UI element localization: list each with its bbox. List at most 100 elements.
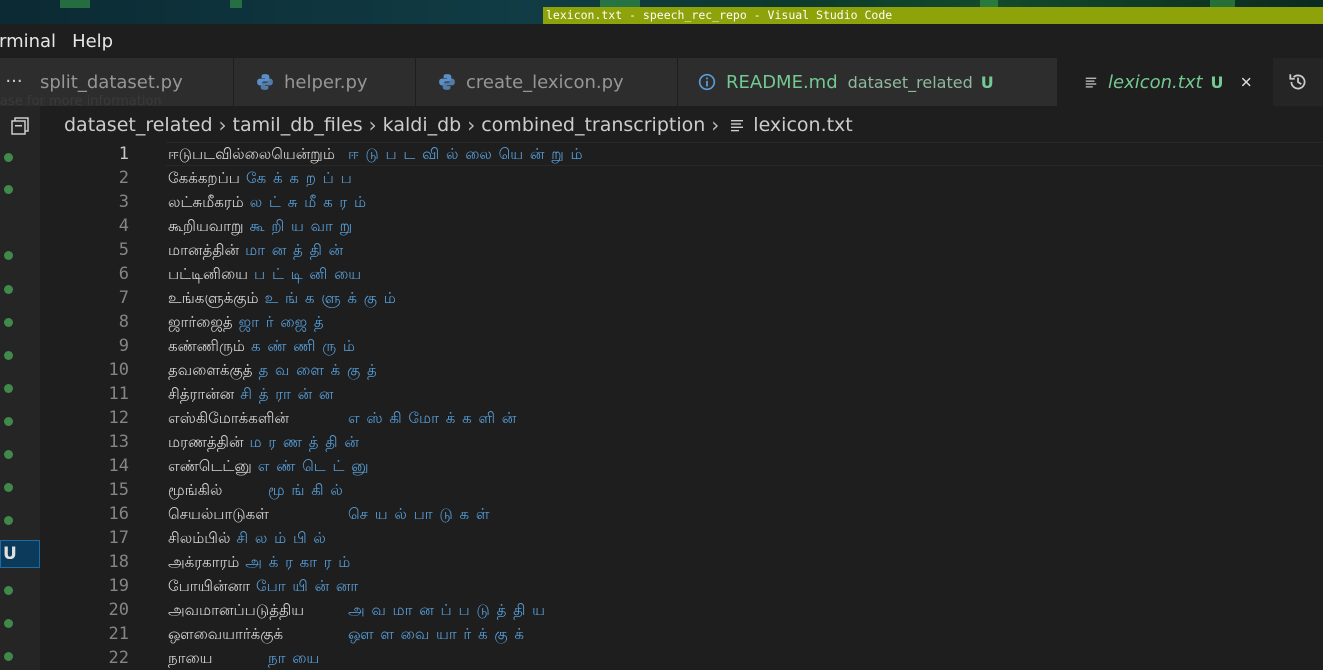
line-number: 21 <box>108 624 129 644</box>
editor-line[interactable]: 13 மரணத்தின் ம ர ண த் தி ன் <box>40 430 1323 454</box>
close-icon[interactable] <box>1240 74 1252 90</box>
editor-line[interactable]: 19 போயின்னா போ யி ன் னா <box>40 574 1323 598</box>
editor-line[interactable]: 10 தவளைக்குத் த வ ளை க் கு த் <box>40 358 1323 382</box>
breadcrumb-item[interactable]: combined_transcription <box>481 114 705 136</box>
tab-helper[interactable]: helper.py <box>234 58 416 106</box>
lexicon-phones: அ க் ர கா ர ம் <box>245 553 352 571</box>
tab-create-lexicon[interactable]: create_lexicon.py <box>416 58 678 106</box>
lexicon-word: மூங்கில் <box>168 481 223 499</box>
line-number: 8 <box>118 312 129 332</box>
split-editor-icon[interactable] <box>10 116 30 136</box>
lexicon-phones: எ ண் டெ ட் னு <box>257 457 370 475</box>
lexicon-word: செயல்பாடுகள் <box>168 505 269 523</box>
history-icon <box>1289 74 1306 90</box>
editor-line[interactable]: 15 மூங்கில் மூ ங் கி ல் <box>40 478 1323 502</box>
editor-line[interactable]: 22 நாயை நா யை <box>40 646 1323 670</box>
line-number: 17 <box>108 528 129 548</box>
lexicon-word: தவளைக்குத் <box>168 361 253 379</box>
line-number: 13 <box>108 432 129 452</box>
editor-line[interactable]: 12 எஸ்கிமோக்களின் எ ஸ் கி மோ க் க ளி ன் <box>40 406 1323 430</box>
breadcrumb: dataset_related › tamil_db_files › kaldi… <box>40 108 1323 142</box>
lexicon-phones: ஈ டு ப ட வி ல் லை யெ ன் று ம் <box>348 145 584 163</box>
lexicon-word: மானத்தின் <box>168 241 240 259</box>
lexicon-phones: ஜா ர் ஜை த் <box>238 313 325 331</box>
editor-line[interactable]: 5 மானத்தின் மா ன த் தி ன் <box>40 238 1323 262</box>
python-icon <box>257 74 273 90</box>
tab-lexicon[interactable]: lexicon.txt U <box>1058 58 1273 106</box>
editor-line[interactable]: 9 கண்ணிரும் க ண் ணி ரு ம் <box>40 334 1323 358</box>
menu-terminal[interactable]: rminal <box>0 31 64 52</box>
line-number: 18 <box>108 552 129 572</box>
lexicon-phones: நா யை <box>268 649 321 667</box>
lexicon-phones: ல ட் சு மீ க ர ம் <box>249 193 368 211</box>
lines-icon <box>731 120 744 132</box>
menu-help[interactable]: Help <box>64 31 121 52</box>
lexicon-phones: அ வ மா ன ப் ப டு த் தி ய <box>348 601 547 619</box>
current-line-highlight <box>166 142 1323 166</box>
editor-line[interactable]: 11 சித்ரான்ன சி த் ரா ன் ன <box>40 382 1323 406</box>
editor-line[interactable]: 14 எண்டெட்னு எ ண் டெ ட் னு <box>40 454 1323 478</box>
breadcrumb-item[interactable]: lexicon.txt <box>753 114 852 136</box>
lexicon-word: கண்ணிரும் <box>168 337 245 355</box>
lexicon-phones: சி த் ரா ன் ன <box>240 385 335 403</box>
lexicon-word: கேக்கறப்ப <box>168 169 240 187</box>
tab-label: split_dataset.py <box>40 71 183 93</box>
editor-line[interactable]: 7 உங்களுக்கும் உ ங் க ளு க் கு ம் <box>40 286 1323 310</box>
more-actions-icon[interactable]: ··· <box>0 58 28 106</box>
lexicon-phones: மூ ங் கி ல் <box>268 481 344 499</box>
editor-content[interactable]: 1 ஈடுபடவில்லையென்றும் ஈ டு ப ட வி ல் லை யெ… <box>40 142 1323 670</box>
line-number: 6 <box>118 264 129 284</box>
line-number: 14 <box>108 456 129 476</box>
status-dot <box>4 586 13 595</box>
lines-icon <box>1085 77 1097 88</box>
line-number: 5 <box>118 240 129 260</box>
editor-line[interactable]: 3 லட்சுமீகரம் ல ட் சு மீ க ர ம் <box>40 190 1323 214</box>
lexicon-phones: ப ட் டி னி யை <box>254 265 363 283</box>
info-icon <box>698 73 716 91</box>
editor-line[interactable]: 20 அவமானப்படுத்திய அ வ மா ன ப் ப டு த் தி … <box>40 598 1323 622</box>
lexicon-word: நாயை <box>168 649 213 667</box>
lexicon-phones: ம ர ண த் தி ன் <box>249 433 360 451</box>
lexicon-word: அக்ரகாரம் <box>168 553 240 571</box>
lexicon-phones: க ண் ணி ரு ம் <box>250 337 357 355</box>
lexicon-phones: உ ங் க ளு க் கு ம் <box>264 289 397 307</box>
status-dot <box>4 153 13 162</box>
editor-line[interactable]: 1 ஈடுபடவில்லையென்றும் ஈ டு ப ட வி ல் லை யெ… <box>40 142 1323 166</box>
status-dot <box>4 285 13 294</box>
untracked-badge: U <box>1210 72 1224 92</box>
tab-bar: split_dataset.py helper.py create_lexico… <box>0 58 1323 106</box>
line-number: 16 <box>108 504 129 524</box>
editor-line[interactable]: 17 சிலம்பில் சி ல ம் பி ல் <box>40 526 1323 550</box>
status-dot <box>4 652 13 661</box>
breadcrumb-item[interactable]: tamil_db_files <box>233 114 363 136</box>
lexicon-phones: கூ றி ய வா று <box>249 217 354 235</box>
lexicon-word: மரணத்தின் <box>168 433 244 451</box>
lexicon-word: ஈடுபடவில்லையென்றும் <box>168 145 335 163</box>
lexicon-word: ஔவையார்க்குக் <box>168 625 284 643</box>
timeline-history-button[interactable] <box>1273 58 1323 106</box>
tab-label: README.md <box>726 71 838 93</box>
status-dot <box>4 185 13 194</box>
lexicon-phones: ஔ ள வை யா ர் க் கு க் <box>348 625 526 643</box>
status-dot <box>4 450 13 459</box>
editor-line[interactable]: 8 ஜார்ஜைத் ஜா ர் ஜை த் <box>40 310 1323 334</box>
editor-line[interactable]: 18 அக்ரகாரம் அ க் ர கா ர ம் <box>40 550 1323 574</box>
breadcrumb-item[interactable]: dataset_related <box>64 114 213 136</box>
breadcrumb-item[interactable]: kaldi_db <box>383 114 462 136</box>
editor-line[interactable]: 2 கேக்கறப்ப கே க் க ற ப் ப <box>40 166 1323 190</box>
line-number: 20 <box>108 600 129 620</box>
editor-line[interactable]: 16 செயல்பாடுகள் செ ய ல் பா டு க ள் <box>40 502 1323 526</box>
status-dot <box>4 483 13 492</box>
tab-readme[interactable]: README.md dataset_related U <box>678 58 1058 106</box>
tab-label: helper.py <box>284 71 368 93</box>
editor-line[interactable]: 21 ஔவையார்க்குக் ஔ ள வை யா ர் க் கு க் <box>40 622 1323 646</box>
status-dot <box>4 619 13 628</box>
chevron-right-icon: › <box>711 113 720 137</box>
editor-line[interactable]: 4 கூறியவாறு கூ றி ய வா று <box>40 214 1323 238</box>
status-dot <box>4 351 13 360</box>
untracked-badge[interactable]: U <box>0 540 40 568</box>
status-dot <box>4 417 13 426</box>
activity-bar: U <box>0 106 40 670</box>
editor-line[interactable]: 6 பட்டினியை ப ட் டி னி யை <box>40 262 1323 286</box>
chevron-right-icon: › <box>218 113 227 137</box>
